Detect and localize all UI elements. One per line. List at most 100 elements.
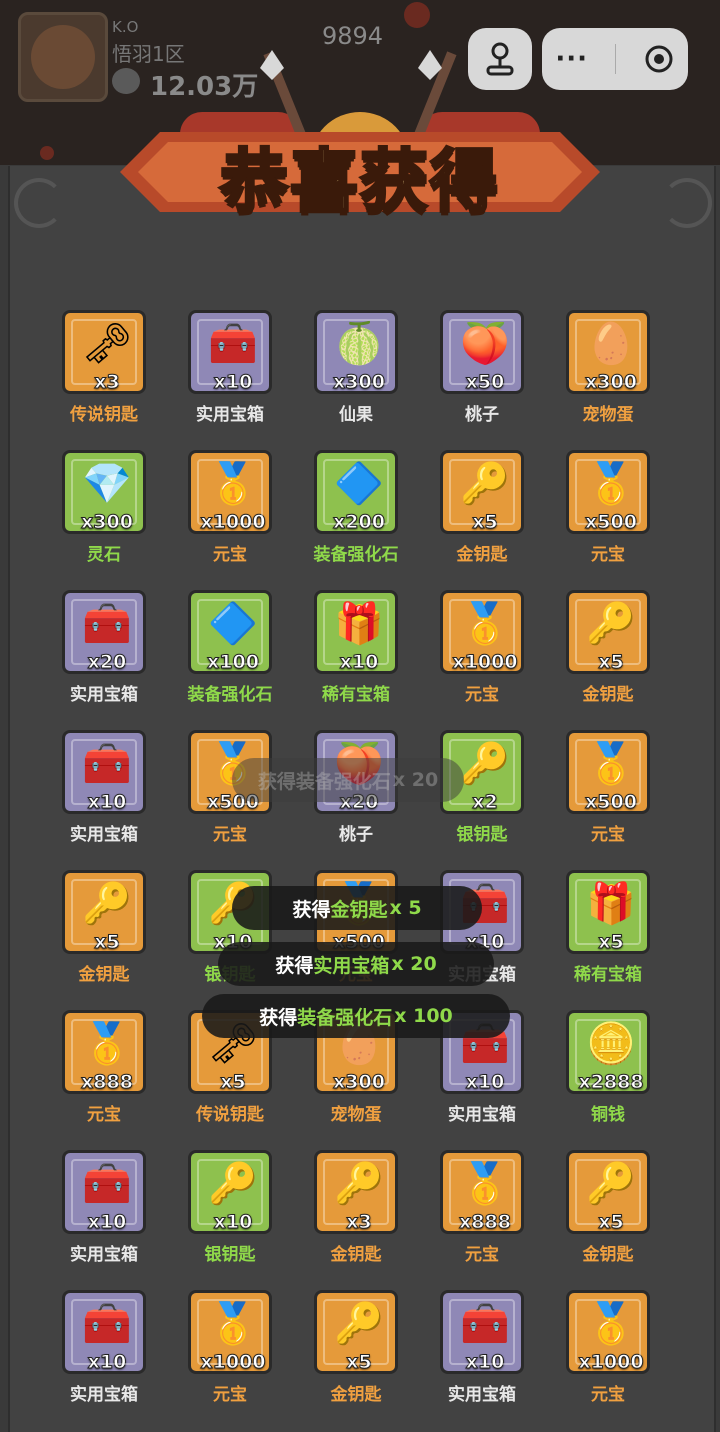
reward-item[interactable]: 🔑 x10 银钥匙: [186, 1150, 274, 1265]
reward-tile: 🧰 x10: [440, 1290, 524, 1374]
reward-item[interactable]: 💎 x300 灵石: [60, 450, 148, 565]
reward-qty: x5: [94, 931, 120, 953]
reward-item[interactable]: 🥇 x888 元宝: [60, 1010, 148, 1125]
toast-message: 获得 装备强化石 x 100: [202, 994, 510, 1038]
reward-name: 传说钥匙: [70, 405, 138, 425]
reward-item[interactable]: 🔑 x5 金钥匙: [312, 1290, 400, 1405]
chest-icon: 🧰: [208, 321, 258, 367]
reward-name: 宠物蛋: [582, 405, 634, 425]
reward-name: 灵石: [87, 545, 121, 565]
toast-message: 获得 装备强化石 x 20: [232, 758, 464, 802]
reward-qty: x300: [585, 371, 638, 393]
reward-item[interactable]: 🥇 x1000 元宝: [186, 1290, 274, 1405]
reward-name: 金钥匙: [582, 1245, 634, 1265]
reward-qty: x500: [585, 511, 638, 533]
reward-tile: 🥇 x1000: [566, 1290, 650, 1374]
reward-tile: 🥇 x1000: [188, 1290, 272, 1374]
toast-item: 装备强化石: [295, 770, 391, 793]
gold-key-icon: 🔑: [82, 881, 132, 927]
reward-item[interactable]: 🥇 x1000 元宝: [564, 1290, 652, 1405]
reward-item[interactable]: 🍈 x300 仙果: [312, 310, 400, 425]
reward-item[interactable]: 🔑 x5 金钥匙: [564, 1150, 652, 1265]
reward-item[interactable]: 🔑 x3 金钥匙: [312, 1150, 400, 1265]
reward-qty: x10: [339, 651, 379, 673]
reward-name: 实用宝箱: [70, 825, 138, 845]
rare-chest-icon: 🎁: [334, 601, 384, 647]
toast-verb: 获得: [275, 954, 314, 977]
reward-item[interactable]: 🔑 x5 金钥匙: [438, 450, 526, 565]
gold-ingot-icon: 🥇: [82, 1021, 132, 1067]
reward-item[interactable]: 🔑 x5 金钥匙: [564, 590, 652, 705]
reward-qty: x5: [472, 511, 498, 533]
reward-qty: x10: [87, 791, 127, 813]
reward-item[interactable]: 🧰 x10 实用宝箱: [438, 1290, 526, 1405]
reward-name: 金钥匙: [582, 685, 634, 705]
gold-ingot-icon: 🥇: [586, 461, 636, 507]
reward-item[interactable]: 🎁 x5 稀有宝箱: [564, 870, 652, 985]
toast-item: 实用宝箱: [313, 954, 390, 977]
reward-item[interactable]: 🥇 x500 元宝: [564, 450, 652, 565]
reward-name: 稀有宝箱: [574, 965, 642, 985]
reward-qty: x5: [598, 651, 624, 673]
reward-item[interactable]: 🧰 x10 实用宝箱: [186, 310, 274, 425]
reward-item[interactable]: 🥇 x500 元宝: [564, 730, 652, 845]
reward-tile: 🎁 x5: [566, 870, 650, 954]
hud-dot-icon: [40, 146, 54, 160]
reward-qty: x5: [598, 931, 624, 953]
reward-item[interactable]: 🪙 x2888 铜钱: [564, 1010, 652, 1125]
reward-item[interactable]: 🍑 x50 桃子: [438, 310, 526, 425]
reward-item[interactable]: 🧰 x10 实用宝箱: [60, 1290, 148, 1405]
reward-name: 铜钱: [591, 1105, 625, 1125]
reward-qty: x100: [207, 651, 260, 673]
reward-qty: x5: [598, 1211, 624, 1233]
reward-name: 金钥匙: [78, 965, 130, 985]
reward-tile: 🥇 x888: [440, 1150, 524, 1234]
rare-chest-icon: 🎁: [586, 881, 636, 927]
gold-ingot-icon: 🥇: [586, 741, 636, 787]
reward-item[interactable]: 🧰 x10 实用宝箱: [60, 730, 148, 845]
chest-icon: 🧰: [82, 741, 132, 787]
reward-tile: 🔷 x100: [188, 590, 272, 674]
reward-item[interactable]: 🥚 x300 宠物蛋: [564, 310, 652, 425]
reward-name: 金钥匙: [456, 545, 508, 565]
reward-tile: 🔑 x10: [188, 1150, 272, 1234]
reward-qty: x500: [585, 791, 638, 813]
reward-item[interactable]: 🎁 x10 稀有宝箱: [312, 590, 400, 705]
reward-item[interactable]: 🥇 x1000 元宝: [186, 450, 274, 565]
reward-item[interactable]: 🧰 x10 实用宝箱: [60, 1150, 148, 1265]
reward-tile: 🥚 x300: [566, 310, 650, 394]
reward-qty: x5: [220, 1071, 246, 1093]
reward-item[interactable]: 🗝 x3 传说钥匙: [60, 310, 148, 425]
reward-name: 桃子: [465, 405, 499, 425]
toast-qty: x 5: [389, 897, 422, 919]
reward-item[interactable]: 🥇 x1000 元宝: [438, 590, 526, 705]
reward-name: 装备强化石: [313, 545, 399, 565]
reward-item[interactable]: 🥇 x888 元宝: [438, 1150, 526, 1265]
spirit-stone-icon: 💎: [82, 461, 132, 507]
title-banner: 恭喜获得: [120, 40, 600, 224]
swirl-right-icon: [662, 178, 712, 228]
reward-qty: x5: [346, 1351, 372, 1373]
reward-qty: x888: [459, 1211, 512, 1233]
player-level: K.O: [112, 18, 139, 36]
reward-name: 实用宝箱: [448, 1105, 516, 1125]
player-avatar[interactable]: [18, 12, 108, 102]
reward-tile: 🔑 x5: [566, 1150, 650, 1234]
reward-tile: 💎 x300: [62, 450, 146, 534]
reward-tile: 🔑 x5: [440, 450, 524, 534]
reward-item[interactable]: 🧰 x20 实用宝箱: [60, 590, 148, 705]
hud-badge-icon: [404, 2, 430, 28]
copper-coin-icon: 🪙: [586, 1021, 636, 1067]
reward-item[interactable]: 🔷 x100 装备强化石: [186, 590, 274, 705]
reward-name: 元宝: [87, 1105, 121, 1125]
chest-icon: 🧰: [460, 1301, 510, 1347]
reward-name: 宠物蛋: [330, 1105, 382, 1125]
gold-ingot-icon: 🥇: [460, 1161, 510, 1207]
reward-item[interactable]: 🔑 x5 金钥匙: [60, 870, 148, 985]
reward-tile: 🔑 x5: [314, 1290, 398, 1374]
close-target-icon[interactable]: [643, 43, 675, 75]
peach-icon: 🍑: [460, 321, 510, 367]
reward-qty: x3: [346, 1211, 372, 1233]
reward-name: 实用宝箱: [448, 1385, 516, 1405]
reward-item[interactable]: 🔷 x200 装备强化石: [312, 450, 400, 565]
